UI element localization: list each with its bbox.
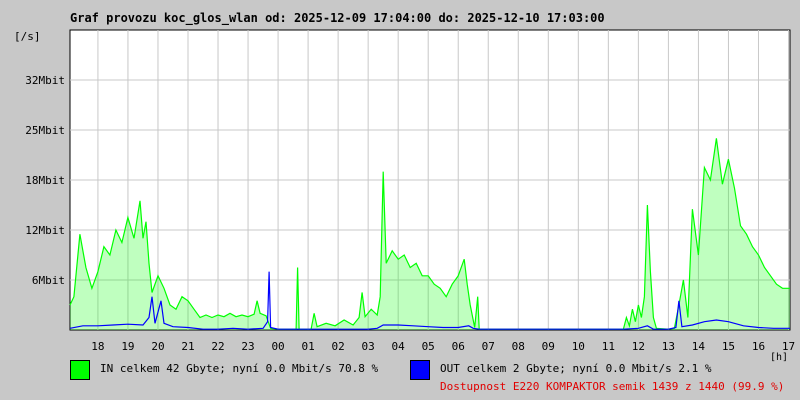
legend-in-swatch	[70, 360, 90, 380]
x-tick-label: 10	[572, 340, 585, 353]
x-axis-unit: [h]	[770, 352, 788, 363]
availability-text: Dostupnost E220 KOMPAKTOR semik 1439 z 1…	[440, 380, 785, 393]
y-tick-label: 18Mbit	[25, 174, 65, 187]
y-tick-label: 25Mbit	[25, 124, 65, 137]
x-tick-label: 07	[482, 340, 495, 353]
y-tick-label: 6Mbit	[32, 274, 65, 287]
x-tick-label: 06	[452, 340, 465, 353]
legend-in-text: IN celkem 42 Gbyte; nyní 0.0 Mbit/s 70.8…	[100, 362, 379, 375]
x-tick-label: 19	[121, 340, 134, 353]
x-tick-label: 13	[662, 340, 675, 353]
chart-title: Graf provozu koc_glos_wlan od: 2025-12-0…	[70, 11, 605, 26]
x-tick-label: 00	[271, 340, 284, 353]
x-tick-label: 23	[241, 340, 254, 353]
traffic-chart: Graf provozu koc_glos_wlan od: 2025-12-0…	[14, 11, 795, 363]
x-tick-label: 21	[181, 340, 194, 353]
x-tick-label: 22	[211, 340, 224, 353]
y-tick-label: 12Mbit	[25, 224, 65, 237]
legend-out-swatch	[410, 360, 430, 380]
x-tick-label: 16	[752, 340, 765, 353]
x-tick-label: 15	[722, 340, 735, 353]
x-tick-label: 11	[602, 340, 615, 353]
x-tick-label: 04	[392, 340, 406, 353]
x-tick-label: 05	[422, 340, 435, 353]
x-tick-label: 14	[692, 340, 706, 353]
x-tick-label: 03	[362, 340, 375, 353]
y-axis-unit: [/s]	[14, 30, 41, 43]
x-tick-label: 01	[301, 340, 314, 353]
x-tick-label: 18	[91, 340, 104, 353]
legend-out-text: OUT celkem 2 Gbyte; nyní 0.0 Mbit/s 2.1 …	[440, 362, 712, 375]
x-tick-label: 20	[151, 340, 164, 353]
x-tick-label: 17	[782, 340, 795, 353]
x-tick-label: 09	[542, 340, 555, 353]
x-tick-label: 12	[632, 340, 645, 353]
x-tick-label: 02	[331, 340, 344, 353]
x-tick-label: 08	[512, 340, 525, 353]
y-tick-label: 32Mbit	[25, 74, 65, 87]
